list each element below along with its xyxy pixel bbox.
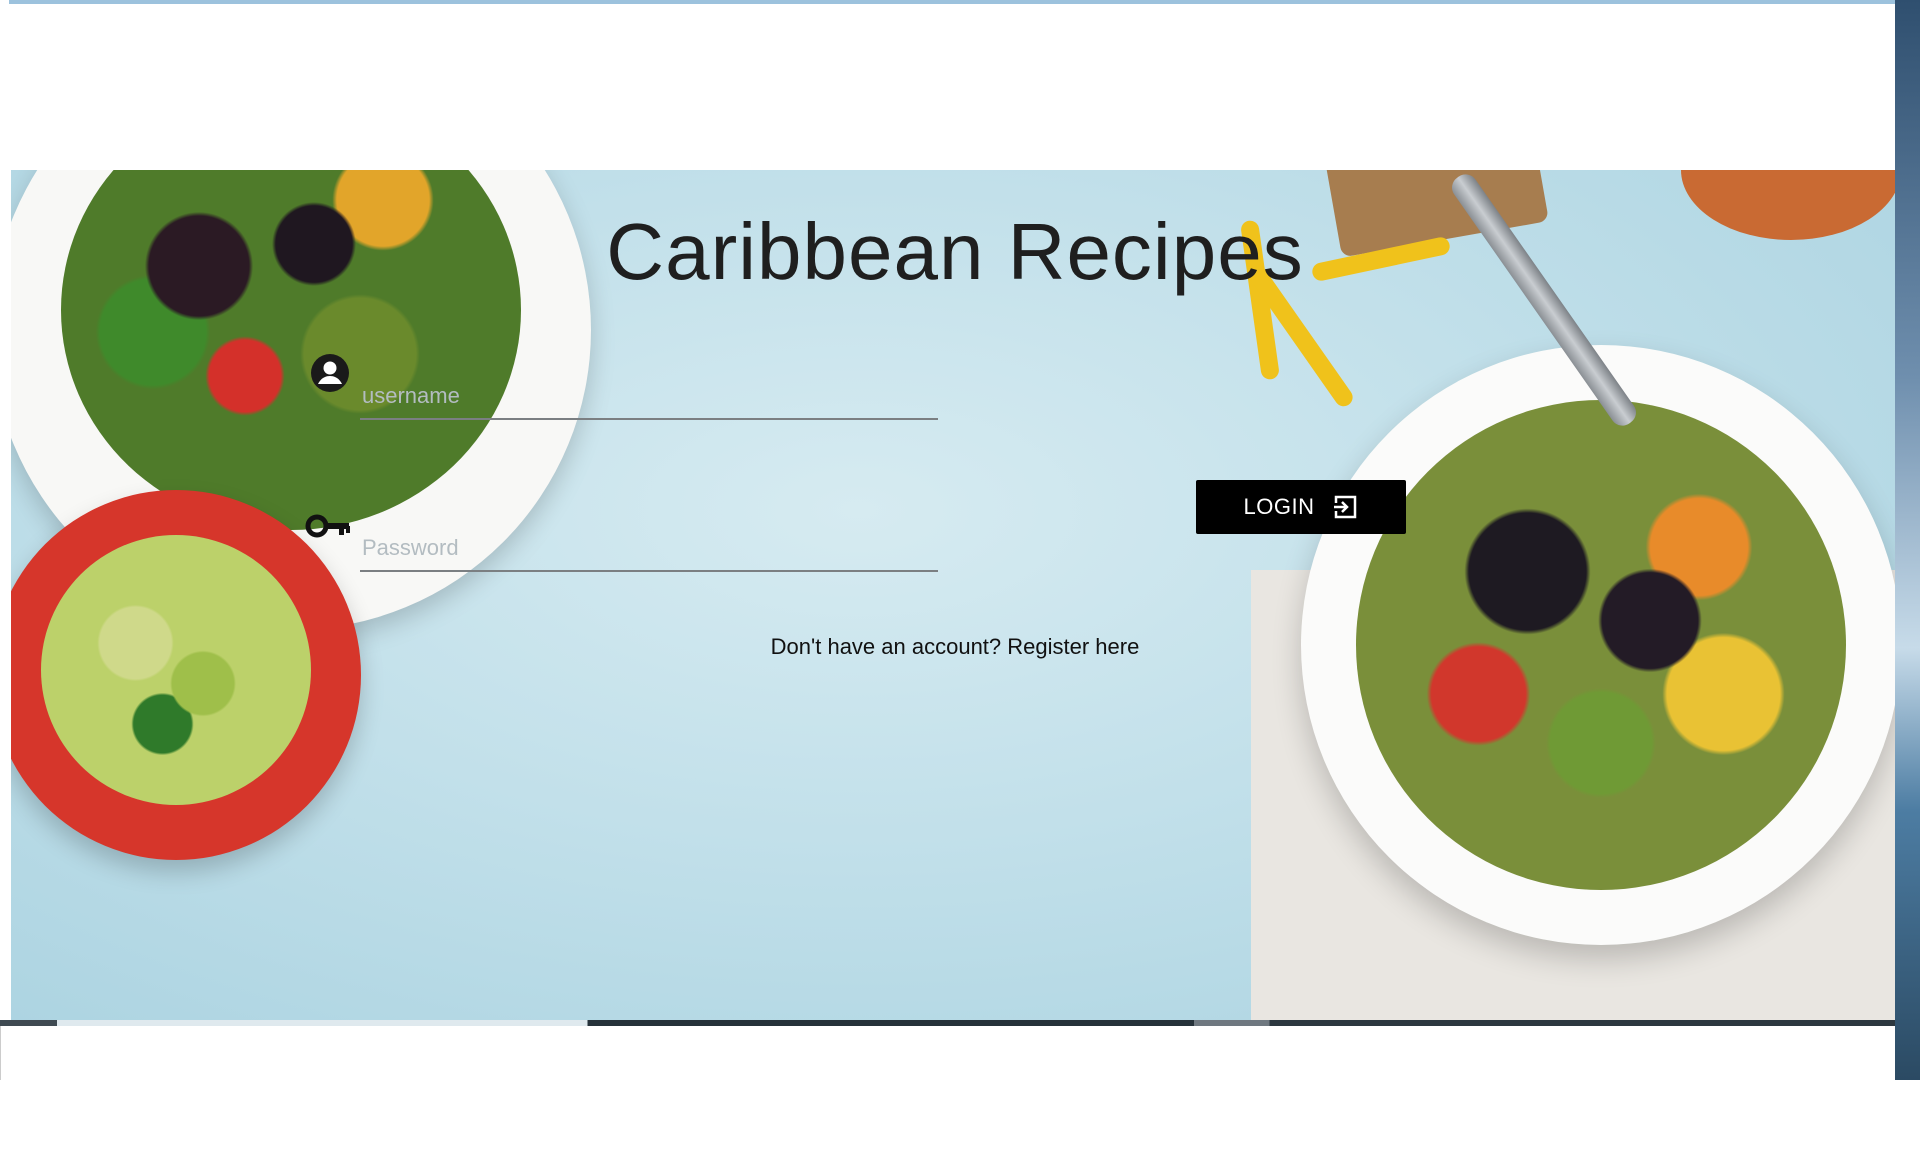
- username-field[interactable]: [360, 358, 942, 420]
- page-title: Caribbean Recipes: [606, 207, 1304, 296]
- password-input[interactable]: [360, 534, 942, 562]
- header-area: [9, 4, 1895, 170]
- user-circle-icon: [311, 354, 349, 392]
- password-field[interactable]: [360, 510, 942, 572]
- page-margin: [0, 1080, 1920, 1152]
- key-icon: [305, 514, 350, 538]
- desktop-background: [1895, 0, 1920, 1080]
- register-link[interactable]: Don't have an account? Register here: [0, 634, 1910, 660]
- footer-area: [0, 1026, 1891, 1080]
- login-button-label: LOGIN: [1243, 494, 1315, 519]
- login-button[interactable]: LOGIN: [1196, 480, 1406, 534]
- username-input[interactable]: [360, 382, 942, 410]
- login-arrow-icon: [1332, 495, 1357, 519]
